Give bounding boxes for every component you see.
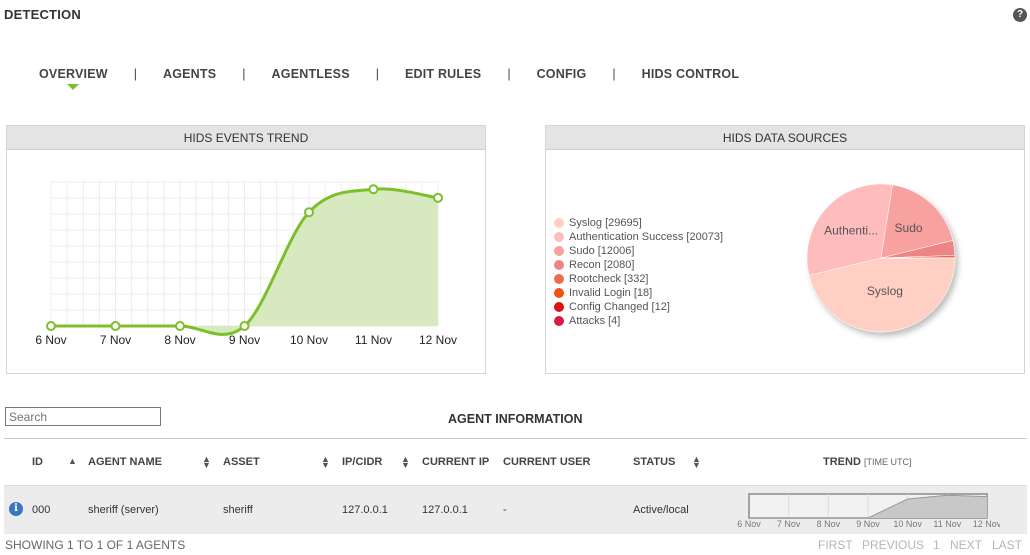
sparkline-tick-label: 6 Nov [737,519,761,529]
cell-status: Active/local [633,504,689,516]
pie-group [806,183,956,333]
agent-information-title: AGENT INFORMATION [448,412,583,426]
x-tick-label: 11 Nov [355,333,392,347]
sparkline-tick-label: 7 Nov [777,519,801,529]
sort-icon[interactable]: ▲ ▼ [401,455,410,470]
cell-id: 000 [32,504,51,516]
col-header-asset[interactable]: ASSET [223,456,260,468]
x-tick-label: 12 Nov [419,333,457,347]
tab-hids-control[interactable]: HIDS CONTROL [642,67,740,81]
cell-ip-cidr: 127.0.0.1 [342,504,388,516]
sparkline-tick-label: 8 Nov [817,519,841,529]
agent-trend-sparkline: 6 Nov 7 Nov 8 Nov 9 Nov 10 Nov 11 Nov 12 Nov [737,493,1000,529]
panel-title: HIDS EVENTS TREND [7,126,485,150]
nav-separator: | [375,67,379,81]
col-header-trend[interactable]: TREND [TIME UTC] [823,456,911,468]
table-divider [4,438,1027,439]
pager-previous-link[interactable]: PREVIOUS [862,538,924,552]
nav-separator: | [242,67,246,81]
page-title: DETECTION [4,7,81,22]
col-header-agent-name[interactable]: AGENT NAME [88,456,162,468]
data-point [239,321,250,331]
data-point [46,321,56,331]
col-header-current-user[interactable]: CURRENT USER [503,456,590,468]
sort-asc-icon[interactable]: ▲ [68,457,77,466]
nav-separator: | [612,67,616,81]
pager-last-link[interactable]: LAST [992,538,1022,552]
x-tick-label: 10 Nov [290,333,328,347]
nav-separator: | [507,67,511,81]
x-tick-label: 6 Nov [35,333,66,347]
tab-agentless[interactable]: AGENTLESS [272,67,350,81]
pie-slice-label: Syslog [867,284,903,298]
detection-nav: OVERVIEW | AGENTS | AGENTLESS | EDIT RUL… [39,67,739,91]
search-input[interactable] [5,407,161,426]
cell-agent-name: sheriff (server) [88,504,159,516]
col-header-id[interactable]: ID [32,456,43,468]
data-point [110,321,121,331]
sort-icon[interactable]: ▲ ▼ [321,455,330,470]
pie-slice-label: Sudo [895,221,923,235]
pager-next-link[interactable]: NEXT [950,538,982,552]
results-summary: SHOWING 1 TO 1 OF 1 AGENTS [5,538,186,552]
tab-overview[interactable]: OVERVIEW [39,67,108,90]
hids-events-trend-panel: HIDS EVENTS TREND 6 Nov 7 Nov 8 Nov 9 Nov 10… [6,125,486,374]
sort-icon[interactable]: ▲ ▼ [692,455,701,470]
hids-data-sources-panel: HIDS DATA SOURCES Syslog [29695] Authent… [545,125,1025,374]
data-point [433,192,443,203]
nav-separator: | [133,67,137,81]
help-icon[interactable]: ? [1013,8,1027,22]
sparkline-tick-label: 10 Nov [893,519,922,529]
pie-slice-label: Authenti... [824,223,878,237]
x-tick-label: 8 Nov [164,333,195,347]
trend-header-sublabel: [TIME UTC] [863,457,912,467]
cell-current-user: - [503,504,507,516]
col-header-current-ip[interactable]: CURRENT IP [422,456,489,468]
sparkline-tick-label: 12 Nov [973,519,1000,529]
col-header-status[interactable]: STATUS [633,456,675,468]
tab-agents[interactable]: AGENTS [163,67,216,81]
tab-edit-rules[interactable]: EDIT RULES [405,67,481,81]
panel-title: HIDS DATA SOURCES [546,126,1024,150]
sparkline-tick-label: 9 Nov [856,519,880,529]
events-trend-chart: 6 Nov 7 Nov 8 Nov 9 Nov 10 Nov 11 Nov 12 Nov [35,181,457,347]
info-icon[interactable]: i [9,502,23,516]
data-sources-pie-chart: Syslog Authenti... Sudo [806,183,956,333]
trend-header-label: TREND [823,456,861,468]
pager-first-link[interactable]: FIRST [818,538,853,552]
data-point [175,321,185,331]
cell-current-ip: 127.0.0.1 [422,504,468,516]
pager-page-number[interactable]: 1 [933,538,940,552]
col-header-ip-cidr[interactable]: IP/CIDR [342,456,382,468]
data-point [368,184,379,195]
x-tick-label: 7 Nov [100,333,131,347]
sort-icon[interactable]: ▲ ▼ [202,455,211,470]
sparkline-tick-label: 11 Nov [933,519,961,529]
data-point [304,207,314,218]
tab-config[interactable]: CONFIG [537,67,587,81]
x-tick-label: 9 Nov [229,333,260,347]
cell-asset: sheriff [223,504,253,516]
